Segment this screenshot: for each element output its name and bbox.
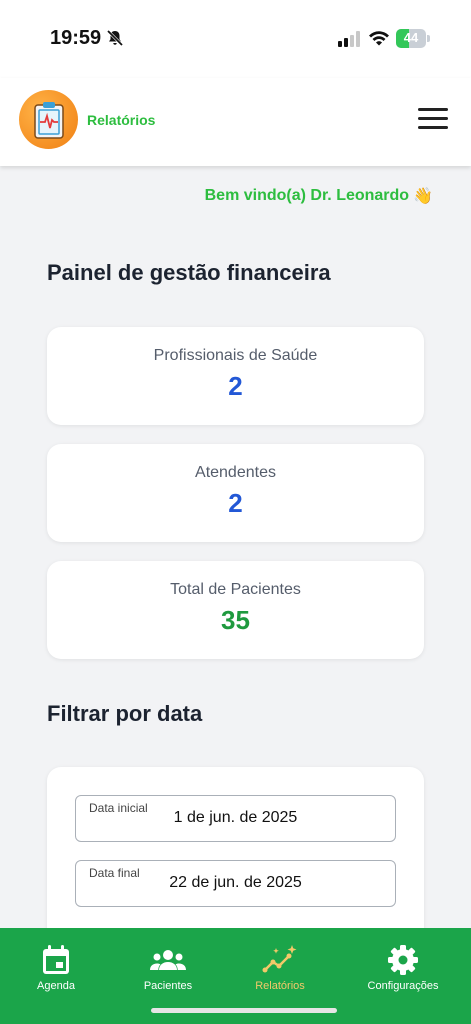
stat-value: 2 [228, 488, 243, 518]
menu-icon-line [418, 117, 448, 120]
waving-hand-icon: 👋 [413, 188, 433, 205]
nav-item-relatorios[interactable]: Relatórios [225, 944, 335, 992]
cellular-signal-icon [338, 31, 360, 47]
start-date-field[interactable]: Data inicial 1 de jun. de 2025 [75, 795, 396, 842]
stat-value: 35 [221, 605, 250, 635]
menu-icon-line [418, 108, 448, 111]
nav-item-agenda[interactable]: Agenda [1, 944, 111, 992]
nav-label: Configurações [367, 980, 439, 992]
nav-label: Relatórios [255, 980, 305, 992]
start-date-value: 1 de jun. de 2025 [173, 809, 298, 826]
home-indicator[interactable] [151, 1008, 337, 1013]
gear-icon [388, 945, 418, 975]
clipboard-heartbeat-icon [33, 101, 64, 139]
menu-icon-line [418, 126, 448, 129]
hamburger-menu-button[interactable] [418, 108, 448, 130]
app-header: Relatórios [0, 78, 471, 166]
calendar-icon [43, 945, 69, 974]
stat-label: Total de Pacientes [170, 581, 301, 598]
stat-label: Atendentes [195, 464, 276, 481]
welcome-text: Bem vindo(a) Dr. Leonardo [204, 187, 410, 204]
nav-item-configuracoes[interactable]: Configurações [348, 944, 458, 992]
bell-muted-icon [106, 29, 124, 47]
end-date-value: 22 de jun. de 2025 [169, 874, 302, 891]
wifi-icon [369, 31, 389, 46]
filter-section-title: Filtrar por data [47, 701, 203, 726]
welcome-message: Bem vindo(a) Dr. Leonardo 👋 [205, 186, 433, 206]
status-bar: 19:59 44 [0, 0, 471, 78]
stat-card-attendants: Atendentes 2 [47, 444, 424, 542]
battery-percent: 44 [403, 30, 419, 45]
stat-card-patients: Total de Pacientes 35 [47, 561, 424, 659]
nav-label: Agenda [37, 980, 75, 992]
nav-label: Pacientes [143, 980, 193, 992]
nav-item-pacientes[interactable]: Pacientes [113, 944, 223, 992]
stat-label: Profissionais de Saúde [153, 347, 318, 364]
stat-card-professionals: Profissionais de Saúde 2 [47, 327, 424, 425]
page-title: Painel de gestão financeira [47, 260, 331, 285]
end-date-field[interactable]: Data final 22 de jun. de 2025 [75, 860, 396, 907]
chart-sparkle-icon [262, 945, 297, 973]
status-time: 19:59 [50, 27, 102, 49]
header-title: Relatórios [87, 112, 156, 128]
app-logo [19, 90, 78, 149]
stat-value: 2 [228, 371, 243, 401]
people-icon [150, 950, 186, 970]
battery-indicator: 44 [396, 29, 430, 48]
